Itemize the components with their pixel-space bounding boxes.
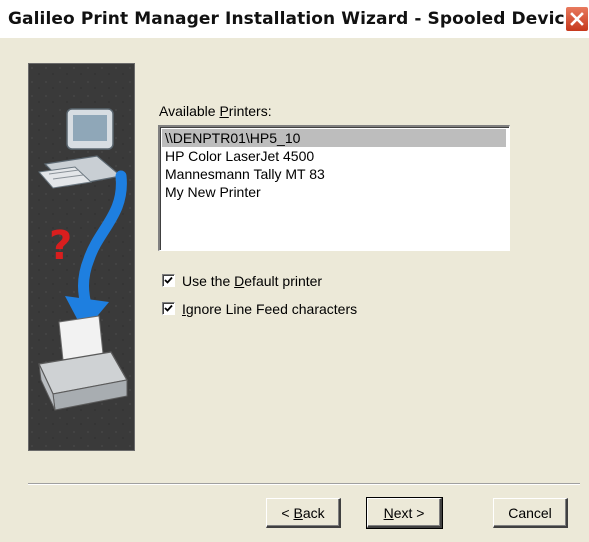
list-item[interactable]: My New Printer — [162, 183, 506, 201]
footer-separator — [28, 483, 580, 485]
default-printer-label: Use the Default printer — [182, 273, 323, 289]
back-button[interactable]: < Back — [266, 498, 341, 528]
close-icon — [570, 12, 584, 26]
list-item[interactable]: \\DENPTR01\HP5_10 — [162, 129, 506, 147]
question-mark-icon: ? — [49, 223, 72, 269]
svg-text:?: ? — [49, 223, 72, 269]
checkmark-icon — [164, 276, 173, 284]
ignore-line-feed-label: Ignore Line Feed characters — [182, 301, 358, 317]
wizard-illustration: ? — [28, 63, 135, 451]
checkmark-icon — [164, 304, 173, 312]
default-printer-checkbox[interactable] — [162, 274, 175, 287]
list-item[interactable]: HP Color LaserJet 4500 — [162, 147, 506, 165]
cancel-button[interactable]: Cancel — [493, 498, 568, 528]
list-item[interactable]: Mannesmann Tally MT 83 — [162, 165, 506, 183]
next-button[interactable]: Next > — [366, 497, 443, 529]
title-bar: Galileo Print Manager Installation Wizar… — [0, 0, 589, 39]
available-printers-label: Available Printers: — [159, 103, 272, 119]
window-title: Galileo Print Manager Installation Wizar… — [8, 9, 577, 29]
ignore-line-feed-checkbox[interactable] — [162, 302, 175, 315]
close-button[interactable] — [565, 6, 589, 32]
printers-listbox[interactable]: \\DENPTR01\HP5_10 HP Color LaserJet 4500… — [158, 125, 510, 251]
